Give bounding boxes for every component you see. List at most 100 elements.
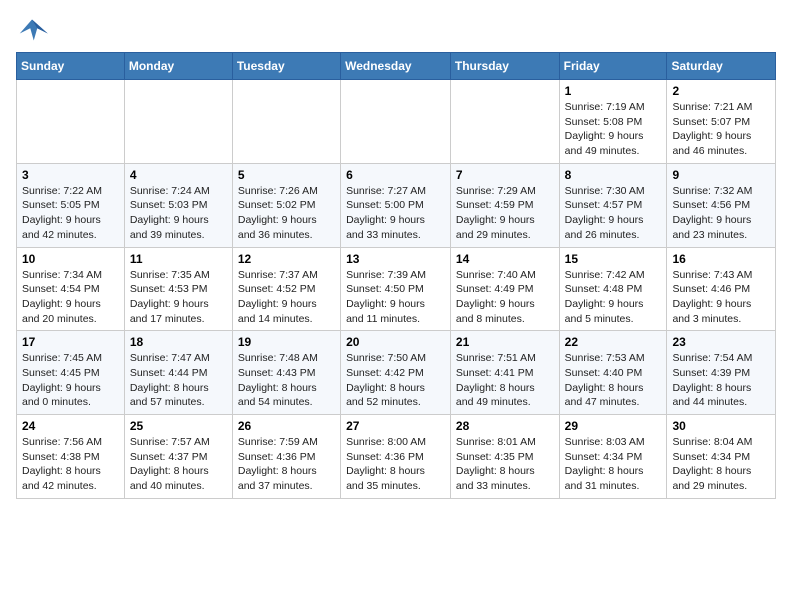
day-number: 12 (238, 252, 335, 266)
day-info: Sunrise: 8:00 AMSunset: 4:36 PMDaylight:… (346, 435, 445, 494)
day-number: 13 (346, 252, 445, 266)
day-number: 3 (22, 168, 119, 182)
day-number: 18 (130, 335, 227, 349)
day-info: Sunrise: 7:34 AMSunset: 4:54 PMDaylight:… (22, 268, 119, 327)
day-number: 16 (672, 252, 770, 266)
day-info: Sunrise: 7:40 AMSunset: 4:49 PMDaylight:… (456, 268, 554, 327)
day-number: 22 (565, 335, 662, 349)
calendar-day-cell: 30 Sunrise: 8:04 AMSunset: 4:34 PMDayligh… (667, 415, 776, 499)
weekday-header-cell: Tuesday (232, 53, 340, 80)
calendar-day-cell: 5Sunrise: 7:26 AMSunset: 5:02 PMDaylight… (232, 163, 340, 247)
logo (16, 16, 52, 44)
day-info: Sunrise: 8:04 AMSunset: 4:34 PMDaylight:… (672, 435, 770, 494)
day-number: 10 (22, 252, 119, 266)
calendar-day-cell (341, 80, 451, 164)
day-number: 29 (565, 419, 662, 433)
day-info: Sunrise: 7:30 AMSunset: 4:57 PMDaylight:… (565, 184, 662, 243)
day-info: Sunrise: 7:35 AMSunset: 4:53 PMDaylight:… (130, 268, 227, 327)
calendar-day-cell: 28 Sunrise: 8:01 AMSunset: 4:35 PMDayligh… (450, 415, 559, 499)
day-info: Sunrise: 8:01 AMSunset: 4:35 PMDaylight:… (456, 435, 554, 494)
weekday-header-cell: Wednesday (341, 53, 451, 80)
logo-icon (16, 16, 48, 44)
calendar-day-cell: 21 Sunrise: 7:51 AMSunset: 4:41 PMDayligh… (450, 331, 559, 415)
day-info: Sunrise: 7:51 AMSunset: 4:41 PMDaylight:… (456, 351, 554, 410)
calendar-week-row: 17 Sunrise: 7:45 AMSunset: 4:45 PMDayligh… (17, 331, 776, 415)
calendar-day-cell: 9 Sunrise: 7:32 AMSunset: 4:56 PMDaylight… (667, 163, 776, 247)
calendar-day-cell: 3Sunrise: 7:22 AMSunset: 5:05 PMDaylight… (17, 163, 125, 247)
calendar-day-cell: 23 Sunrise: 7:54 AMSunset: 4:39 PMDayligh… (667, 331, 776, 415)
day-info: Sunrise: 7:42 AMSunset: 4:48 PMDaylight:… (565, 268, 662, 327)
day-number: 14 (456, 252, 554, 266)
day-number: 8 (565, 168, 662, 182)
day-number: 24 (22, 419, 119, 433)
calendar-day-cell: 8 Sunrise: 7:30 AMSunset: 4:57 PMDaylight… (559, 163, 667, 247)
day-info: Sunrise: 8:03 AMSunset: 4:34 PMDaylight:… (565, 435, 662, 494)
day-info: Sunrise: 7:47 AMSunset: 4:44 PMDaylight:… (130, 351, 227, 410)
day-info: Sunrise: 7:29 AMSunset: 4:59 PMDaylight:… (456, 184, 554, 243)
day-number: 30 (672, 419, 770, 433)
calendar-day-cell: 16 Sunrise: 7:43 AMSunset: 4:46 PMDayligh… (667, 247, 776, 331)
day-number: 9 (672, 168, 770, 182)
day-number: 6 (346, 168, 445, 182)
day-info: Sunrise: 7:48 AMSunset: 4:43 PMDaylight:… (238, 351, 335, 410)
calendar-day-cell: 6 Sunrise: 7:27 AMSunset: 5:00 PMDaylight… (341, 163, 451, 247)
day-number: 11 (130, 252, 227, 266)
day-info: Sunrise: 7:45 AMSunset: 4:45 PMDaylight:… (22, 351, 119, 410)
calendar-day-cell (124, 80, 232, 164)
calendar-week-row: 3Sunrise: 7:22 AMSunset: 5:05 PMDaylight… (17, 163, 776, 247)
day-info: Sunrise: 7:50 AMSunset: 4:42 PMDaylight:… (346, 351, 445, 410)
day-number: 28 (456, 419, 554, 433)
day-info: Sunrise: 7:27 AMSunset: 5:00 PMDaylight:… (346, 184, 445, 243)
calendar-day-cell: 22 Sunrise: 7:53 AMSunset: 4:40 PMDayligh… (559, 331, 667, 415)
day-number: 26 (238, 419, 335, 433)
calendar-day-cell (17, 80, 125, 164)
calendar-day-cell: 17 Sunrise: 7:45 AMSunset: 4:45 PMDayligh… (17, 331, 125, 415)
calendar-day-cell (450, 80, 559, 164)
calendar-day-cell (232, 80, 340, 164)
day-number: 2 (672, 84, 770, 98)
day-info: Sunrise: 7:57 AMSunset: 4:37 PMDaylight:… (130, 435, 227, 494)
calendar-day-cell: 14 Sunrise: 7:40 AMSunset: 4:49 PMDayligh… (450, 247, 559, 331)
day-number: 21 (456, 335, 554, 349)
day-number: 15 (565, 252, 662, 266)
calendar-day-cell: 20 Sunrise: 7:50 AMSunset: 4:42 PMDayligh… (341, 331, 451, 415)
day-info: Sunrise: 7:53 AMSunset: 4:40 PMDaylight:… (565, 351, 662, 410)
day-info: Sunrise: 7:19 AMSunset: 5:08 PMDaylight:… (565, 100, 662, 159)
day-info: Sunrise: 7:59 AMSunset: 4:36 PMDaylight:… (238, 435, 335, 494)
day-number: 23 (672, 335, 770, 349)
calendar-day-cell: 18 Sunrise: 7:47 AMSunset: 4:44 PMDayligh… (124, 331, 232, 415)
day-number: 1 (565, 84, 662, 98)
day-info: Sunrise: 7:26 AMSunset: 5:02 PMDaylight:… (238, 184, 335, 243)
calendar-day-cell: 2 Sunrise: 7:21 AMSunset: 5:07 PMDaylight… (667, 80, 776, 164)
day-number: 25 (130, 419, 227, 433)
weekday-header-cell: Saturday (667, 53, 776, 80)
calendar-day-cell: 27 Sunrise: 8:00 AMSunset: 4:36 PMDayligh… (341, 415, 451, 499)
calendar-day-cell: 29 Sunrise: 8:03 AMSunset: 4:34 PMDayligh… (559, 415, 667, 499)
day-info: Sunrise: 7:54 AMSunset: 4:39 PMDaylight:… (672, 351, 770, 410)
day-number: 19 (238, 335, 335, 349)
calendar-week-row: 1 Sunrise: 7:19 AMSunset: 5:08 PMDaylight… (17, 80, 776, 164)
day-number: 20 (346, 335, 445, 349)
day-info: Sunrise: 7:43 AMSunset: 4:46 PMDaylight:… (672, 268, 770, 327)
calendar-day-cell: 7Sunrise: 7:29 AMSunset: 4:59 PMDaylight… (450, 163, 559, 247)
day-number: 17 (22, 335, 119, 349)
calendar-day-cell: 26 Sunrise: 7:59 AMSunset: 4:36 PMDayligh… (232, 415, 340, 499)
calendar-table: SundayMondayTuesdayWednesdayThursdayFrid… (16, 52, 776, 499)
calendar-day-cell: 13 Sunrise: 7:39 AMSunset: 4:50 PMDayligh… (341, 247, 451, 331)
day-info: Sunrise: 7:39 AMSunset: 4:50 PMDaylight:… (346, 268, 445, 327)
calendar-day-cell: 24 Sunrise: 7:56 AMSunset: 4:38 PMDayligh… (17, 415, 125, 499)
day-number: 27 (346, 419, 445, 433)
weekday-header-cell: Thursday (450, 53, 559, 80)
day-info: Sunrise: 7:56 AMSunset: 4:38 PMDaylight:… (22, 435, 119, 494)
weekday-header-cell: Monday (124, 53, 232, 80)
day-info: Sunrise: 7:21 AMSunset: 5:07 PMDaylight:… (672, 100, 770, 159)
day-info: Sunrise: 7:32 AMSunset: 4:56 PMDaylight:… (672, 184, 770, 243)
day-info: Sunrise: 7:37 AMSunset: 4:52 PMDaylight:… (238, 268, 335, 327)
calendar-day-cell: 10 Sunrise: 7:34 AMSunset: 4:54 PMDayligh… (17, 247, 125, 331)
calendar-day-cell: 12 Sunrise: 7:37 AMSunset: 4:52 PMDayligh… (232, 247, 340, 331)
calendar-day-cell: 11 Sunrise: 7:35 AMSunset: 4:53 PMDayligh… (124, 247, 232, 331)
calendar-day-cell: 19 Sunrise: 7:48 AMSunset: 4:43 PMDayligh… (232, 331, 340, 415)
calendar-day-cell: 4Sunrise: 7:24 AMSunset: 5:03 PMDaylight… (124, 163, 232, 247)
calendar-day-cell: 1 Sunrise: 7:19 AMSunset: 5:08 PMDaylight… (559, 80, 667, 164)
calendar-day-cell: 15 Sunrise: 7:42 AMSunset: 4:48 PMDayligh… (559, 247, 667, 331)
